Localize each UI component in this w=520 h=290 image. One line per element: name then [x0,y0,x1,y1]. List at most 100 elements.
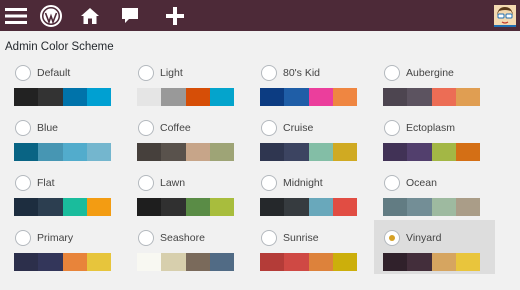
color-swatch [137,198,162,216]
color-swatch [62,143,87,161]
color-swatch [455,143,480,161]
scheme-label: Ocean [406,177,437,189]
scheme-swatches [383,143,480,161]
scheme-swatches [260,253,357,271]
scheme-swatches [14,198,111,216]
scheme-swatches [137,88,234,106]
scheme-label: 80's Kid [283,67,321,79]
color-swatch [62,253,87,271]
color-swatch [407,198,432,216]
color-swatch [383,198,408,216]
scheme-swatches [137,143,234,161]
scheme-radio[interactable] [138,175,154,191]
color-scheme-option[interactable]: Cruise [260,119,378,171]
color-swatch [260,88,285,106]
color-scheme-option[interactable]: Default [14,64,132,116]
radio-selected-dot [389,235,395,241]
color-scheme-option[interactable]: Lawn [137,174,255,226]
color-swatch [332,88,357,106]
scheme-swatches [260,198,357,216]
color-swatch [62,198,87,216]
color-swatch [38,253,63,271]
color-swatch [284,143,309,161]
color-swatch [86,88,111,106]
scheme-label: Light [160,67,183,79]
scheme-radio[interactable] [15,65,31,81]
scheme-radio[interactable] [15,230,31,246]
scheme-radio[interactable] [384,175,400,191]
scheme-radio[interactable] [261,175,277,191]
color-swatch [455,198,480,216]
color-swatch [161,198,186,216]
scheme-label: Ectoplasm [406,122,456,134]
scheme-radio[interactable] [138,65,154,81]
color-swatch [332,198,357,216]
scheme-radio[interactable] [384,120,400,136]
scheme-radio[interactable] [138,230,154,246]
color-scheme-option[interactable]: Primary [14,229,132,281]
color-scheme-option[interactable]: Sunrise [260,229,378,281]
color-scheme-option[interactable]: Vinyard [374,220,495,274]
color-swatch [407,143,432,161]
color-scheme-grid: Default Light 80's Kid Aubergine Blue Coffee C… [0,0,520,290]
scheme-label: Cruise [283,122,314,134]
scheme-label: Sunrise [283,232,319,244]
color-swatch [284,198,309,216]
color-scheme-option[interactable]: 80's Kid [260,64,378,116]
scheme-label: Coffee [160,122,191,134]
color-swatch [455,253,480,271]
scheme-radio[interactable] [384,65,400,81]
color-swatch [260,198,285,216]
scheme-radio[interactable] [261,120,277,136]
scheme-radio[interactable] [261,65,277,81]
color-swatch [14,143,39,161]
color-swatch [137,253,162,271]
color-swatch [161,88,186,106]
scheme-label: Midnight [283,177,323,189]
color-scheme-option[interactable]: Ectoplasm [383,119,501,171]
scheme-swatches [383,198,480,216]
color-swatch [455,88,480,106]
color-scheme-option[interactable]: Midnight [260,174,378,226]
scheme-radio[interactable] [15,120,31,136]
color-scheme-option[interactable]: Seashore [137,229,255,281]
color-swatch [332,253,357,271]
color-swatch [407,88,432,106]
color-swatch [14,88,39,106]
color-swatch [14,198,39,216]
color-scheme-option[interactable]: Flat [14,174,132,226]
scheme-swatches [137,253,234,271]
color-swatch [209,143,234,161]
color-swatch [185,143,210,161]
scheme-radio[interactable] [15,175,31,191]
color-scheme-option[interactable]: Ocean [383,174,501,226]
scheme-label: Vinyard [406,232,442,244]
color-scheme-option[interactable]: Light [137,64,255,116]
color-swatch [284,253,309,271]
scheme-swatches [383,88,480,106]
scheme-swatches [14,143,111,161]
color-swatch [308,198,333,216]
color-swatch [137,143,162,161]
scheme-label: Seashore [160,232,205,244]
color-swatch [38,88,63,106]
color-scheme-option[interactable]: Aubergine [383,64,501,116]
scheme-swatches [14,253,111,271]
scheme-radio[interactable] [261,230,277,246]
color-swatch [260,143,285,161]
color-swatch [86,253,111,271]
scheme-radio[interactable] [384,230,400,246]
color-swatch [308,253,333,271]
color-swatch [86,198,111,216]
color-scheme-option[interactable]: Blue [14,119,132,171]
color-scheme-option[interactable]: Coffee [137,119,255,171]
scheme-swatches [260,88,357,106]
scheme-label: Primary [37,232,74,244]
scheme-label: Flat [37,177,55,189]
color-swatch [308,143,333,161]
color-swatch [38,143,63,161]
scheme-radio[interactable] [138,120,154,136]
color-swatch [185,88,210,106]
color-swatch [62,88,87,106]
color-swatch [185,253,210,271]
